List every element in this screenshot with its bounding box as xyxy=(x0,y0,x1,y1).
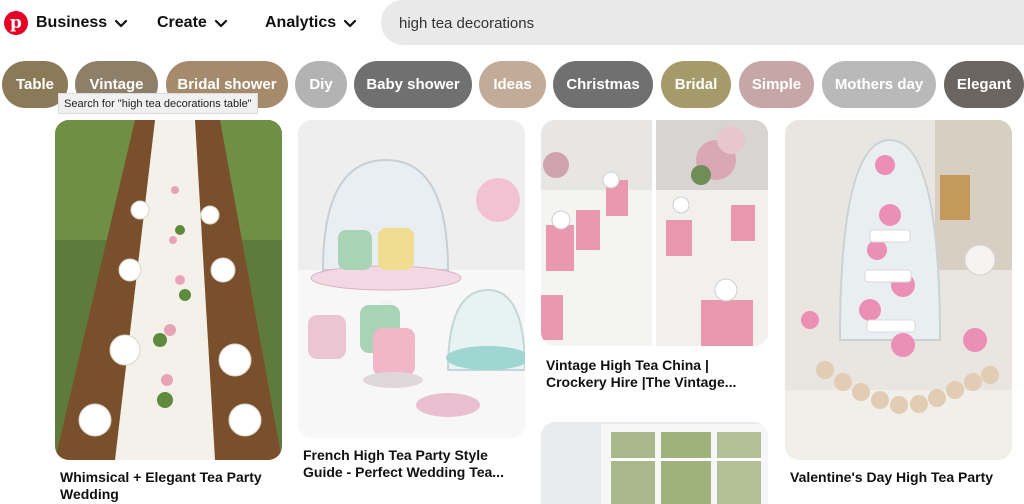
chip-elegant[interactable]: Elegant xyxy=(944,61,1024,108)
chip-christmas[interactable]: Christmas xyxy=(553,61,653,108)
chip-simple[interactable]: Simple xyxy=(739,61,814,108)
pin-title[interactable]: Whimsical + Elegant Tea Party Wedding xyxy=(60,469,280,503)
nav-analytics-label: Analytics xyxy=(265,14,337,31)
chip-bridal[interactable]: Bridal xyxy=(661,61,731,108)
chevron-down-icon xyxy=(214,19,227,28)
pin-image[interactable] xyxy=(55,120,282,460)
pin-image[interactable] xyxy=(541,120,768,346)
pin-title[interactable]: Vintage High Tea China | Crockery Hire |… xyxy=(546,357,766,391)
nav-business-label: Business xyxy=(36,14,108,31)
nav-analytics[interactable]: Analytics xyxy=(265,12,357,34)
chip-ideas[interactable]: Ideas xyxy=(479,61,546,108)
nav-business[interactable]: Business xyxy=(36,12,128,34)
search-input[interactable] xyxy=(397,10,1001,36)
chip-tooltip: Search for "high tea decorations table" xyxy=(58,93,258,114)
nav-create[interactable]: Create xyxy=(157,12,228,34)
search-bar[interactable] xyxy=(381,0,1024,45)
chip-diy[interactable]: Diy xyxy=(295,61,347,108)
pin-image[interactable] xyxy=(298,120,525,438)
chip-baby-shower[interactable]: Baby shower xyxy=(354,61,472,108)
nav-create-label: Create xyxy=(157,14,207,31)
pin-image[interactable] xyxy=(541,422,768,504)
top-header: p Business Create Analytics xyxy=(0,0,1024,46)
chevron-down-icon xyxy=(115,19,128,28)
pin-title[interactable]: French High Tea Party Style Guide - Perf… xyxy=(303,447,523,481)
pin-image[interactable] xyxy=(785,120,1012,460)
chevron-down-icon xyxy=(344,19,357,28)
chip-mothers-day[interactable]: Mothers day xyxy=(822,61,936,108)
pin-title[interactable]: Valentine's Day High Tea Party xyxy=(790,469,1010,486)
pinterest-logo-icon[interactable]: p xyxy=(4,11,28,35)
